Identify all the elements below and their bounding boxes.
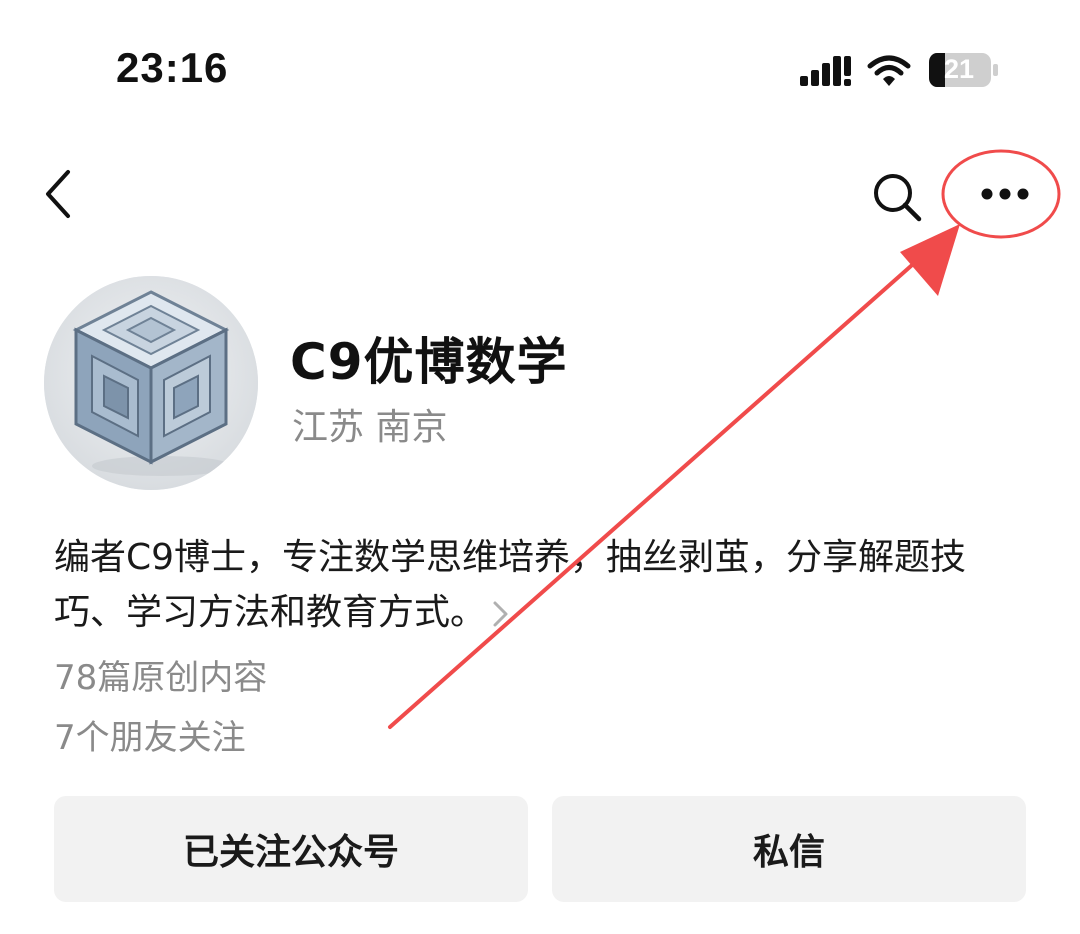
account-bio[interactable]: 编者C9博士，专注数学思维培养，抽丝剥茧，分享解题技 巧、学习方法和教育方式。 xyxy=(54,530,1034,640)
bio-line-2: 巧、学习方法和教育方式。 xyxy=(54,592,487,633)
back-button[interactable] xyxy=(36,164,84,224)
battery-icon: 21 xyxy=(928,52,1000,88)
private-message-button[interactable]: 私信 xyxy=(552,796,1026,902)
original-content-count[interactable]: 78篇原创内容 xyxy=(54,650,267,699)
more-dots-icon[interactable] xyxy=(966,176,1044,212)
bio-line-1: 编者C9博士，专注数学思维培养，抽丝剥茧，分享解题技 xyxy=(54,537,967,578)
followed-account-button[interactable]: 已关注公众号 xyxy=(54,796,528,902)
search-icon[interactable] xyxy=(868,168,926,226)
chevron-right-icon[interactable] xyxy=(490,597,512,631)
friends-following-count[interactable]: 7个朋友关注 xyxy=(54,710,246,759)
status-time: 23:16 xyxy=(116,44,229,91)
account-location: 江苏 南京 xyxy=(292,407,448,448)
signal-icon xyxy=(800,56,851,86)
battery-level: 21 xyxy=(944,54,975,84)
wifi-icon xyxy=(867,55,911,86)
annotation-arrow-head xyxy=(900,224,960,296)
account-name: C9优博数学 xyxy=(290,333,568,391)
avatar xyxy=(44,276,258,490)
